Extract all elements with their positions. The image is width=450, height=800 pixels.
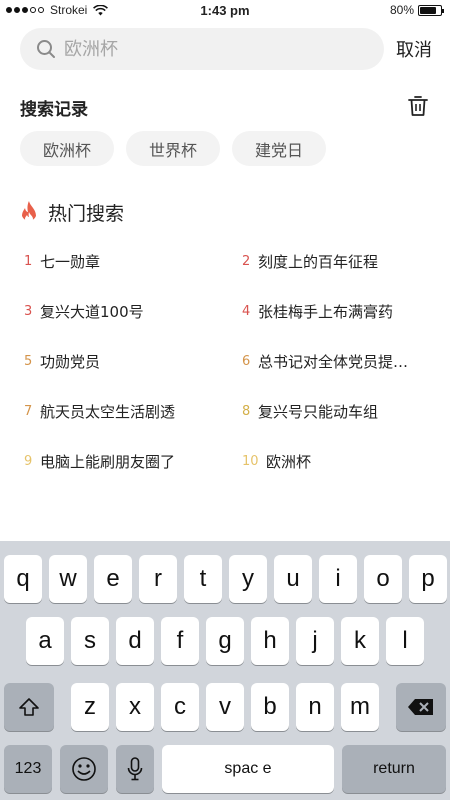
key-p[interactable]: p xyxy=(409,555,447,603)
shift-key[interactable] xyxy=(4,683,54,731)
hot-rank: 3 xyxy=(24,304,33,319)
key-z[interactable]: z xyxy=(71,683,109,731)
cancel-button[interactable]: 取消 xyxy=(396,36,432,62)
key-d[interactable]: d xyxy=(116,617,154,665)
emoji-icon xyxy=(72,757,96,781)
key-q[interactable]: q xyxy=(4,555,42,603)
key-t[interactable]: t xyxy=(184,555,222,603)
key-g[interactable]: g xyxy=(206,617,244,665)
hot-rank: 5 xyxy=(24,354,33,369)
key-n[interactable]: n xyxy=(296,683,334,731)
shift-icon xyxy=(19,698,39,716)
key-o[interactable]: o xyxy=(364,555,402,603)
battery-icon xyxy=(418,4,444,16)
hot-item[interactable]: 9 电脑上能刷朋友圈了 xyxy=(24,451,214,472)
delete-key[interactable] xyxy=(396,683,446,731)
hot-item[interactable]: 6 总书记对全体党员提… xyxy=(242,351,432,372)
search-bar[interactable] xyxy=(20,28,384,70)
key-h[interactable]: h xyxy=(251,617,289,665)
search-icon xyxy=(37,40,55,58)
hot-rank: 10 xyxy=(242,454,259,469)
key-c[interactable]: c xyxy=(161,683,199,731)
key-b[interactable]: b xyxy=(251,683,289,731)
history-title: 搜索记录 xyxy=(20,100,88,120)
key-u[interactable]: u xyxy=(274,555,312,603)
key-v[interactable]: v xyxy=(206,683,244,731)
microphone-icon xyxy=(127,757,143,781)
hot-text: 复兴大道100号 xyxy=(40,303,144,321)
status-right: 80% xyxy=(389,3,444,17)
history-chip[interactable]: 建党日 xyxy=(232,131,327,166)
status-bar: Strokei 1:43 pm 80% xyxy=(0,0,450,22)
history-chip[interactable]: 世界杯 xyxy=(126,131,221,166)
search-input[interactable] xyxy=(64,38,354,60)
key-i[interactable]: i xyxy=(319,555,357,603)
hot-text: 欧洲杯 xyxy=(266,453,312,471)
numbers-key[interactable]: 123 xyxy=(4,745,52,793)
hot-search-header: 热门搜索 xyxy=(18,199,124,226)
hot-text: 航天员太空生活剧透 xyxy=(40,403,176,421)
hot-item[interactable]: 2 刻度上的百年征程 xyxy=(242,251,432,272)
backspace-icon xyxy=(408,699,433,715)
key-f[interactable]: f xyxy=(161,617,199,665)
hot-text: 总书记对全体党员提… xyxy=(258,353,409,371)
keyboard: q w e r t y u i o p a s d f g h j k l z … xyxy=(0,541,450,800)
hot-item[interactable]: 1 七一勋章 xyxy=(24,251,214,272)
hot-text: 复兴号只能动车组 xyxy=(258,403,379,421)
hot-item[interactable]: 10 欧洲杯 xyxy=(242,451,432,472)
hot-item[interactable]: 4 张桂梅手上布满膏药 xyxy=(242,301,432,322)
hot-item[interactable]: 7 航天员太空生活剧透 xyxy=(24,401,214,422)
return-key[interactable]: return xyxy=(342,745,446,793)
hot-text: 电脑上能刷朋友圈了 xyxy=(40,453,176,471)
emoji-key[interactable] xyxy=(60,745,108,793)
hot-rank: 1 xyxy=(24,254,33,269)
hot-item[interactable]: 5 功勋党员 xyxy=(24,351,214,372)
key-w[interactable]: w xyxy=(49,555,87,603)
space-key[interactable]: spac e xyxy=(162,745,334,793)
hot-item[interactable]: 8 复兴号只能动车组 xyxy=(242,401,432,422)
hot-text: 功勋党员 xyxy=(40,353,101,371)
key-r[interactable]: r xyxy=(139,555,177,603)
hot-rank: 7 xyxy=(24,404,33,419)
hot-rank: 8 xyxy=(242,404,251,419)
key-s[interactable]: s xyxy=(71,617,109,665)
hot-rank: 6 xyxy=(242,354,251,369)
history-chip[interactable]: 欧洲杯 xyxy=(20,131,115,166)
hot-item[interactable]: 3 复兴大道100号 xyxy=(24,301,214,322)
key-m[interactable]: m xyxy=(341,683,379,731)
key-j[interactable]: j xyxy=(296,617,334,665)
clock: 1:43 pm xyxy=(200,3,250,18)
hot-text: 七一勋章 xyxy=(40,253,101,271)
history-chips: 欧洲杯 世界杯 建党日 xyxy=(20,131,327,166)
battery-percent: 80% xyxy=(389,3,414,17)
key-y[interactable]: y xyxy=(229,555,267,603)
hot-search-title: 热门搜索 xyxy=(48,203,125,225)
hot-rank: 2 xyxy=(242,254,251,269)
hot-text: 张桂梅手上布满膏药 xyxy=(258,303,394,321)
key-k[interactable]: k xyxy=(341,617,379,665)
flame-icon xyxy=(22,200,36,223)
key-x[interactable]: x xyxy=(116,683,154,731)
hot-text: 刻度上的百年征程 xyxy=(258,253,379,271)
dictation-key[interactable] xyxy=(116,745,154,793)
hot-rank: 9 xyxy=(24,454,33,469)
hot-rank: 4 xyxy=(242,304,251,319)
key-a[interactable]: a xyxy=(26,617,64,665)
trash-icon[interactable] xyxy=(408,95,428,117)
key-e[interactable]: e xyxy=(94,555,132,603)
key-l[interactable]: l xyxy=(386,617,424,665)
